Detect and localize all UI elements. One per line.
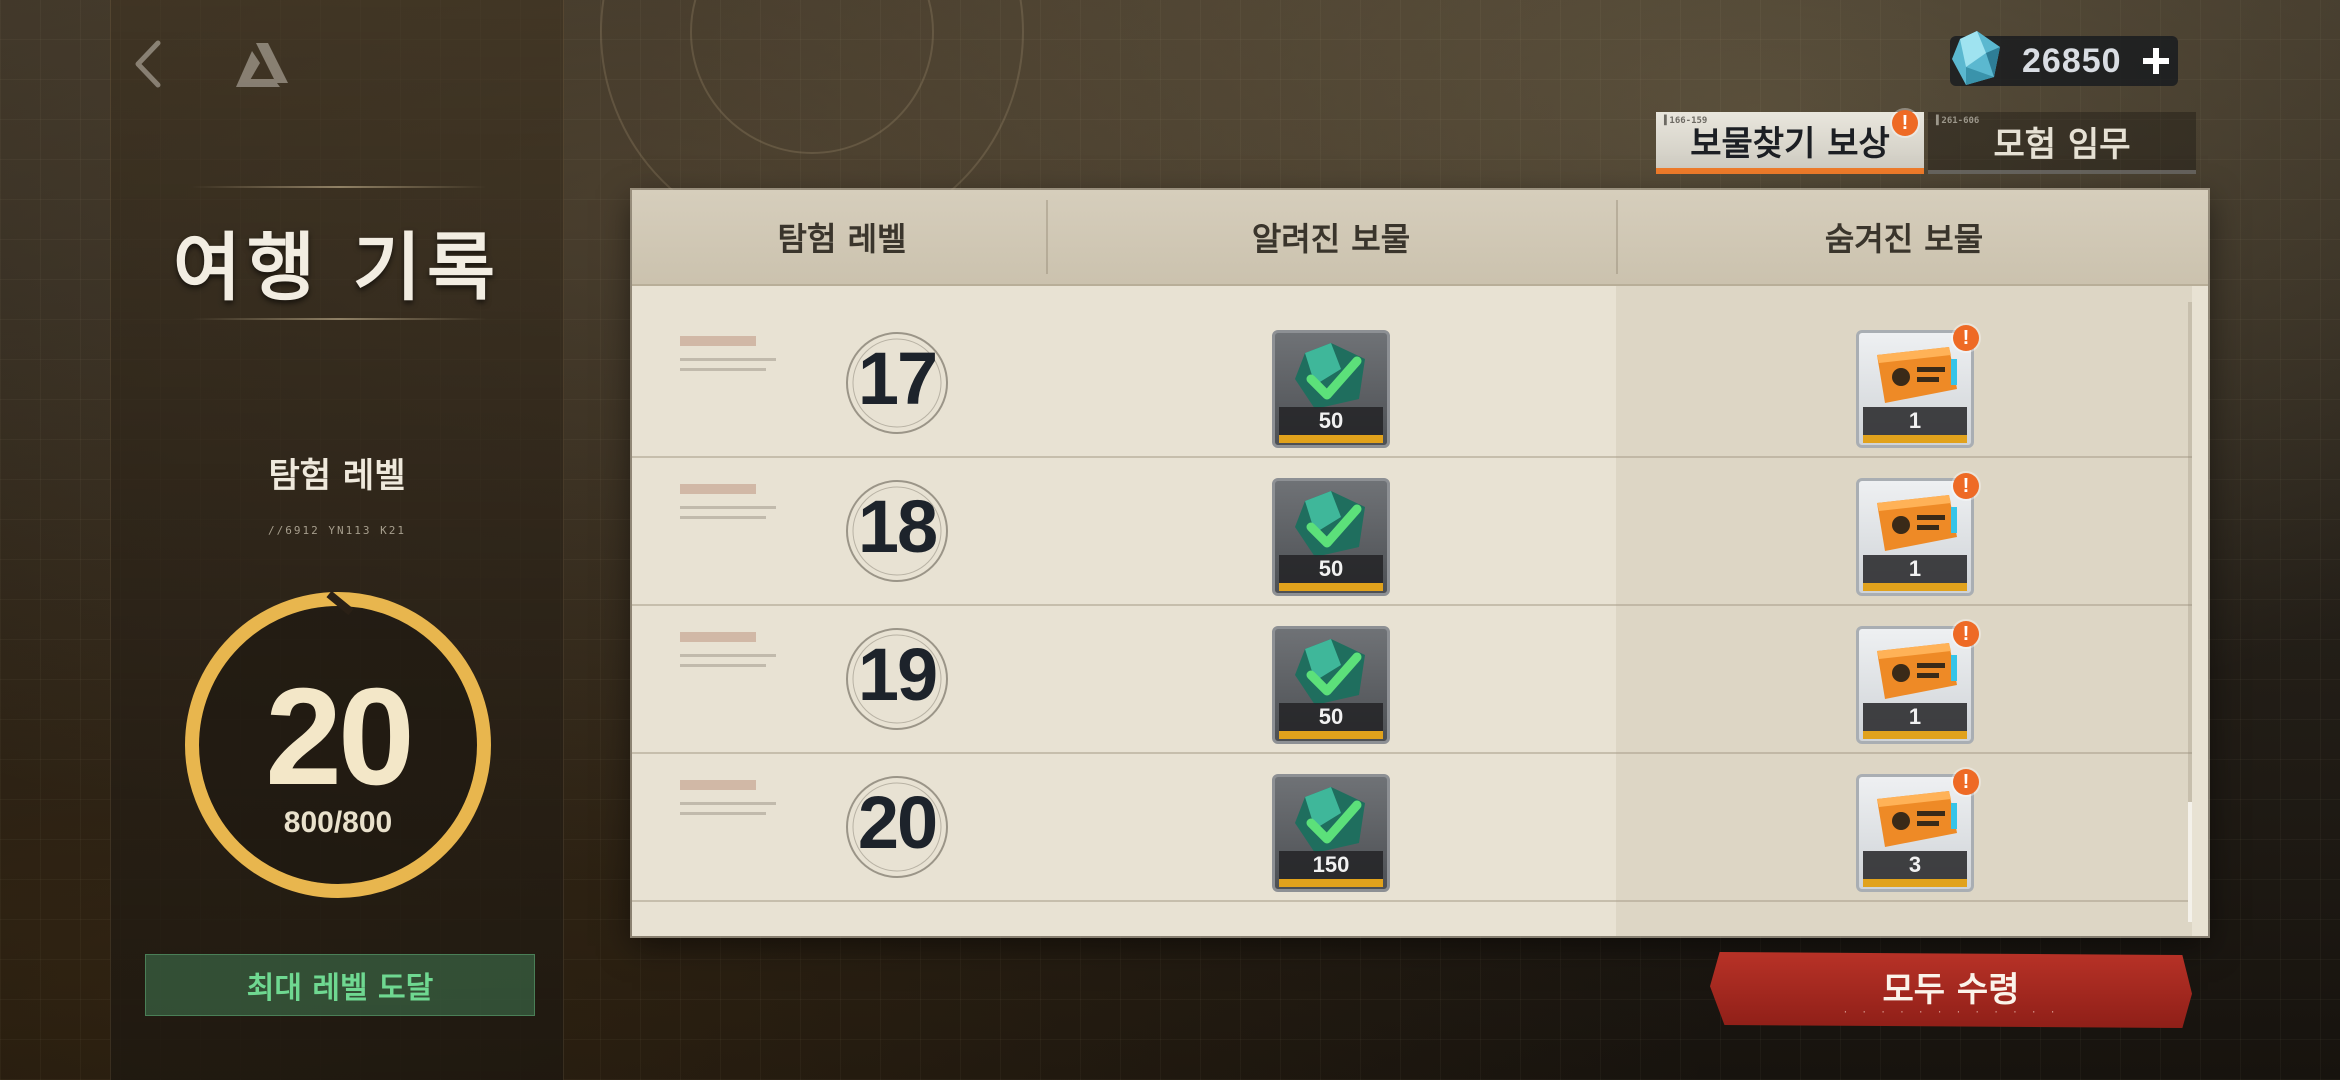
row-note-line <box>680 516 766 519</box>
orange-module-chip-icon <box>1877 643 1957 699</box>
orange-module-chip-icon <box>1877 495 1957 551</box>
table-header: 탐험 레벨 알려진 보물 숨겨진 보물 <box>632 190 2208 286</box>
table-row: 20 150 3 ! <box>632 754 2192 902</box>
known-treasure-reward[interactable]: 150 <box>1272 774 1390 892</box>
tab-bar: ▌166-159 보물찾기 보상 ! ▌261-606 모험 임무 <box>1656 110 2196 174</box>
alert-badge: ! <box>1953 473 1979 499</box>
claim-all-button[interactable]: 모두 수령 · · · · · · · · · · · · <box>1710 952 2192 1028</box>
rarity-bar <box>1863 583 1967 591</box>
orange-module-chip-icon <box>1877 791 1957 847</box>
row-level: 20 <box>857 781 938 864</box>
alert-badge: ! <box>1953 325 1979 351</box>
hidden-treasure-reward[interactable]: 1 ! <box>1856 473 1979 596</box>
header-hidden-treasure: 숨겨진 보물 <box>1824 220 1984 258</box>
divider <box>191 318 487 320</box>
travel-record-panel: 여행 기록 탐험 레벨 //6912 YN113 K21 20 800/800 … <box>110 0 564 1080</box>
item-quantity: 1 <box>1863 703 1967 731</box>
row-stamp <box>680 632 756 642</box>
rarity-bar <box>1863 435 1967 443</box>
row-level: 18 <box>857 485 938 568</box>
hidden-treasure-reward[interactable]: 3 ! <box>1856 769 1979 892</box>
currency-display: 26850 <box>1950 31 2178 86</box>
alert-icon: ! <box>1962 770 1970 793</box>
hidden-treasure-reward[interactable]: 1 ! <box>1856 325 1979 448</box>
currency-amount: 26850 <box>2022 41 2122 80</box>
row-stamp <box>680 336 756 346</box>
green-crystal-checked-icon <box>1295 787 1365 853</box>
item-quantity: 1 <box>1863 407 1967 435</box>
scrollbar-thumb[interactable] <box>2188 802 2192 922</box>
alert-icon: ! <box>1901 111 1909 134</box>
known-treasure-reward[interactable]: 50 <box>1272 478 1390 596</box>
tab-code: ▌261-606 <box>1936 116 1980 126</box>
level-exp: 800/800 <box>283 806 393 839</box>
tab-adventure-missions[interactable]: ▌261-606 모험 임무 <box>1928 112 2196 174</box>
row-note-line <box>680 506 776 509</box>
item-quantity: 150 <box>1279 851 1383 879</box>
green-crystal-checked-icon <box>1295 491 1365 557</box>
row-note-line <box>680 802 776 805</box>
item-quantity: 50 <box>1279 407 1383 435</box>
hidden-treasure-reward[interactable]: 1 ! <box>1856 621 1979 744</box>
header-known-treasure: 알려진 보물 <box>1251 220 1411 258</box>
row-level: 17 <box>857 337 938 420</box>
alert-badge: ! <box>1953 769 1979 795</box>
tab-code: ▌166-159 <box>1664 116 1708 126</box>
row-note-line <box>680 664 766 667</box>
divider <box>191 186 487 188</box>
known-treasure-reward[interactable]: 50 <box>1272 626 1390 744</box>
item-quantity: 50 <box>1279 703 1383 731</box>
alert-icon: ! <box>1962 326 1970 349</box>
alert-icon: ! <box>1962 474 1970 497</box>
plus-icon <box>2143 48 2169 74</box>
rarity-bar <box>1863 731 1967 739</box>
table-row: 17 50 1 ! <box>632 310 2192 458</box>
rarity-bar <box>1279 879 1383 887</box>
table-row: 19 50 1 ! <box>632 606 2192 754</box>
page-title: 여행 기록 <box>172 225 502 311</box>
header-exploration-level: 탐험 레벨 <box>777 220 907 258</box>
rarity-bar <box>1279 435 1383 443</box>
current-level: 20 <box>265 660 415 814</box>
tab-label: 모험 임무 <box>1993 124 2131 165</box>
table-row: 18 50 1 ! <box>632 458 2192 606</box>
tab-treasure-rewards[interactable]: ▌166-159 보물찾기 보상 ! <box>1656 110 1924 174</box>
row-note-line <box>680 358 776 361</box>
rewards-table: 탐험 레벨 알려진 보물 숨겨진 보물 17 50 1 ! 18 50 1 ! … <box>632 190 2208 936</box>
exploration-code: //6912 YN113 K21 <box>268 524 406 537</box>
alert-badge: ! <box>1953 621 1979 647</box>
item-quantity: 50 <box>1279 555 1383 583</box>
row-level: 19 <box>857 633 938 716</box>
item-quantity: 1 <box>1863 555 1967 583</box>
claim-all-label: 모두 수령 <box>1882 970 2020 1010</box>
orange-module-chip-icon <box>1877 347 1957 403</box>
row-note-line <box>680 654 776 657</box>
add-currency-button[interactable] <box>2134 36 2178 86</box>
green-crystal-checked-icon <box>1295 343 1365 409</box>
tab-label: 보물찾기 보상 <box>1690 123 1890 164</box>
rarity-bar <box>1279 583 1383 591</box>
rarity-bar <box>1863 879 1967 887</box>
exploration-level-label: 탐험 레벨 <box>268 456 406 496</box>
rarity-bar <box>1279 731 1383 739</box>
claim-all-deco: · · · · · · · · · · · · <box>1842 1008 2060 1018</box>
item-quantity: 3 <box>1863 851 1967 879</box>
row-note-line <box>680 368 766 371</box>
alert-badge: ! <box>1892 110 1918 136</box>
row-stamp <box>680 780 756 790</box>
row-stamp <box>680 484 756 494</box>
table-scrollbar[interactable] <box>2188 302 2192 922</box>
max-level-badge: 최대 레벨 도달 <box>145 954 535 1016</box>
max-level-text: 최대 레벨 도달 <box>246 971 434 1006</box>
row-note-line <box>680 812 766 815</box>
known-treasure-reward[interactable]: 50 <box>1272 330 1390 448</box>
crystal-gem-icon <box>1952 31 2000 85</box>
alert-icon: ! <box>1962 622 1970 645</box>
green-crystal-checked-icon <box>1295 639 1365 705</box>
